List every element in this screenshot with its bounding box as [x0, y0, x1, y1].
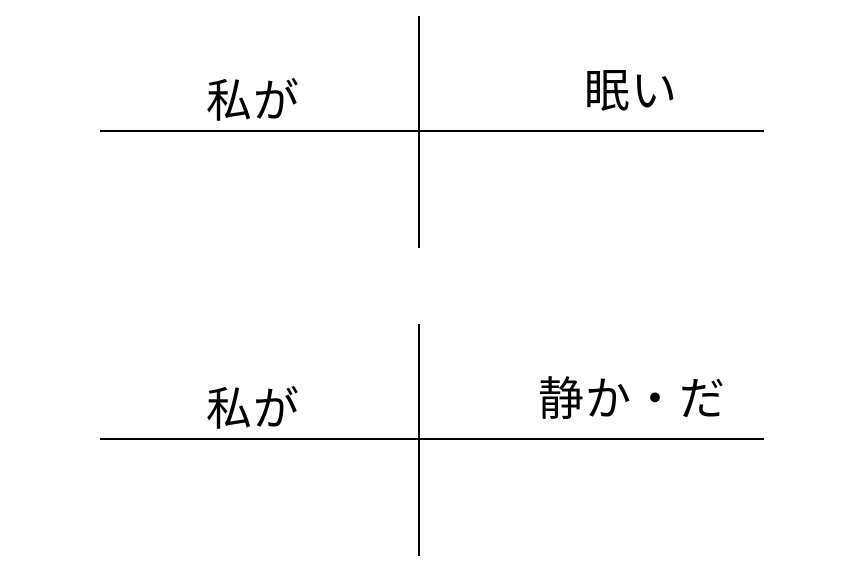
baseline	[100, 438, 764, 440]
subject-predicate-divider	[418, 16, 420, 248]
predicate-label: 静か・だ	[538, 372, 726, 426]
subject-label: 私が	[206, 382, 300, 436]
subject-label: 私が	[206, 74, 300, 128]
sentence-diagram-2: 私が 静か・だ	[0, 308, 864, 556]
predicate-label: 眠い	[584, 64, 678, 118]
baseline	[100, 130, 764, 132]
subject-predicate-divider	[418, 324, 420, 556]
sentence-diagram-1: 私が 眠い	[0, 0, 864, 248]
